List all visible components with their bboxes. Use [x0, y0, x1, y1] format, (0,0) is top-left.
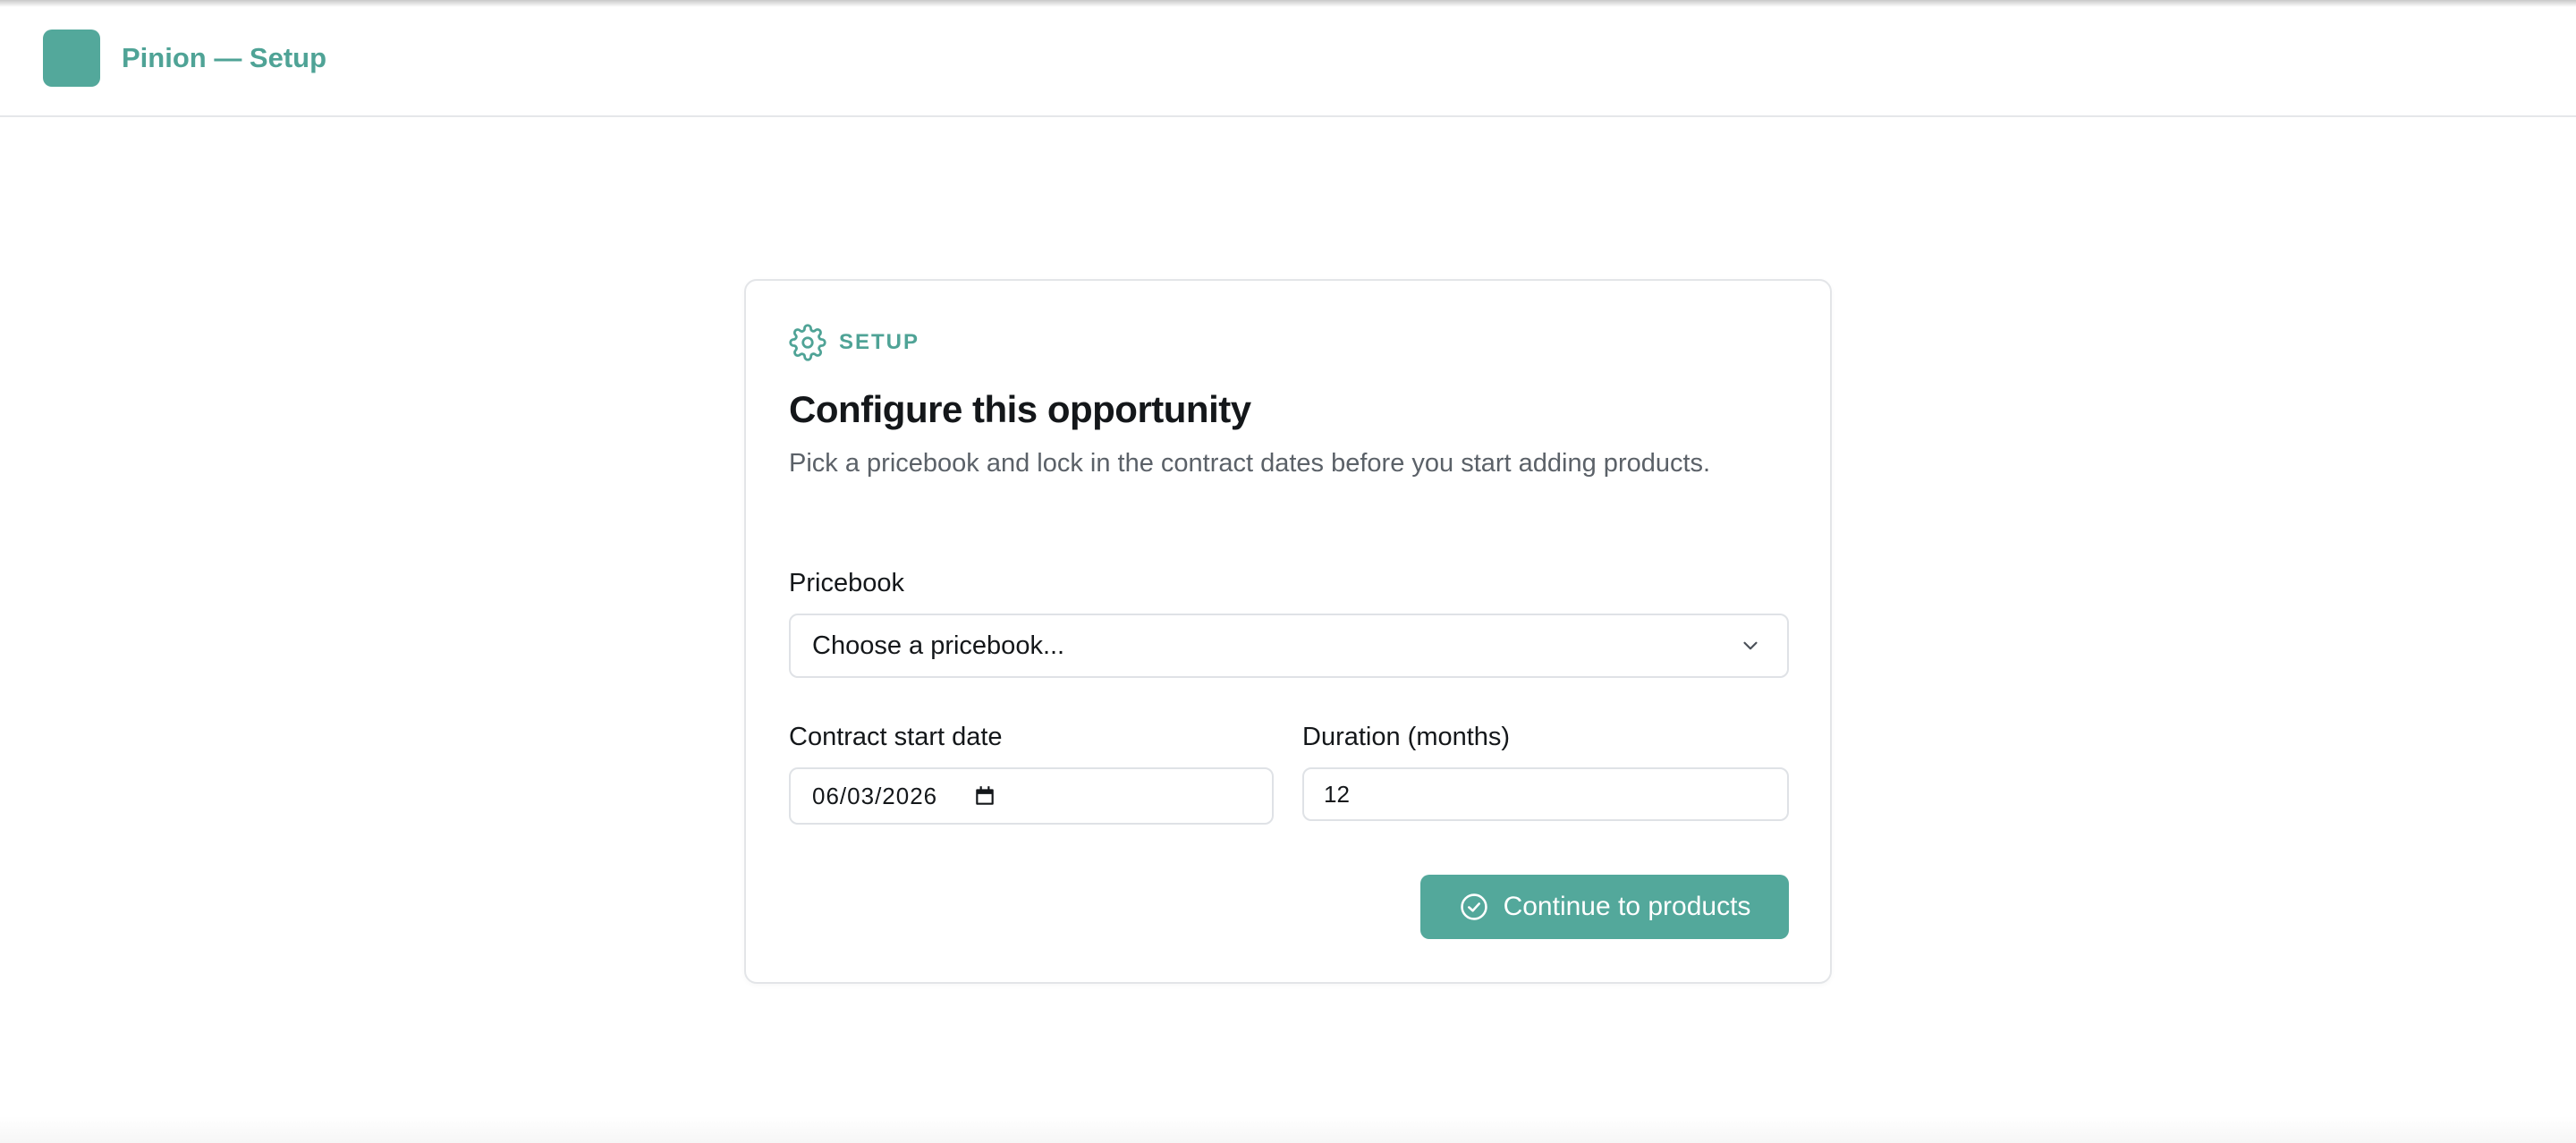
start-date-value: 06/03/2026 — [812, 782, 938, 809]
app-header: Pinion — Setup — [0, 0, 2576, 117]
pricebook-select-value: Choose a pricebook... — [812, 631, 1065, 660]
continue-button-label: Continue to products — [1503, 892, 1751, 921]
window-bottom-edge — [0, 1116, 2576, 1143]
duration-input[interactable]: 12 — [1302, 767, 1789, 821]
chevron-down-icon — [1743, 641, 1758, 650]
pricebook-label: Pricebook — [789, 569, 904, 597]
logo-icon — [43, 29, 100, 87]
duration-label: Duration (months) — [1302, 723, 1511, 751]
start-date-label: Contract start date — [789, 723, 1003, 751]
calendar-icon[interactable] — [973, 784, 996, 808]
gear-icon — [789, 324, 826, 361]
duration-value: 12 — [1324, 780, 1350, 808]
page-description: Pick a pricebook and lock in the contrac… — [789, 449, 1711, 478]
eyebrow-label: SETUP — [839, 330, 920, 354]
continue-button[interactable]: Continue to products — [1420, 875, 1789, 939]
start-date-input[interactable]: 06/03/2026 — [789, 767, 1274, 825]
app-title: Pinion — Setup — [122, 41, 327, 73]
setup-card: SETUP Configure this opportunity Pick a … — [744, 279, 1832, 984]
pricebook-select[interactable]: Choose a pricebook... — [789, 614, 1789, 678]
check-circle-icon — [1460, 893, 1487, 920]
page-title: Configure this opportunity — [789, 388, 1251, 430]
eyebrow: SETUP — [789, 324, 919, 361]
